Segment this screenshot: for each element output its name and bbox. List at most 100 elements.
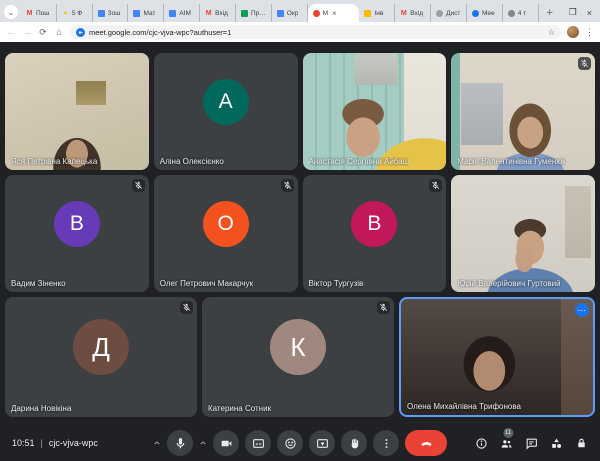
tab-title: АІМ — [179, 10, 191, 17]
browser-tab[interactable]: Прис — [236, 4, 272, 22]
tab-search-button[interactable]: ⌄ — [4, 5, 18, 19]
participant-tile[interactable]: ВВадим Зіненко — [5, 175, 149, 292]
browser-tab[interactable]: Зош — [93, 4, 129, 22]
reactions-button[interactable] — [277, 430, 303, 456]
participant-name: Юрій Валерійович Гуртовий — [457, 279, 560, 288]
tile-options-button[interactable]: ⋯ — [575, 303, 589, 317]
gmail-icon: M — [26, 10, 33, 17]
participant-tile[interactable]: Олена Михайлівна Трифонова ⋯ — [399, 297, 595, 417]
browser-tab[interactable]: Мее — [467, 4, 503, 22]
participant-avatar: К — [270, 319, 326, 375]
browser-tab[interactable]: MВхід — [200, 4, 236, 22]
participant-tile[interactable]: Юрій Валерійович Гуртовий — [451, 175, 595, 292]
captions-button[interactable] — [245, 430, 271, 456]
home-icon[interactable]: ⌂ — [54, 27, 64, 37]
new-tab-button[interactable]: + — [543, 6, 557, 20]
mic-off-icon — [180, 301, 193, 314]
tab-title: Зош — [108, 10, 121, 17]
panel-buttons: 11 — [475, 437, 588, 450]
mic-options-chevron-icon[interactable] — [153, 439, 161, 447]
participant-tile[interactable]: Яся Петрівна Капецька — [5, 53, 149, 170]
participant-name: Катерина Сотник — [208, 404, 271, 413]
end-call-button[interactable] — [405, 430, 447, 456]
address-bar[interactable]: meet.google.com/cjc-vjva-wpc?authuser=1 … — [70, 25, 561, 39]
participant-tile[interactable]: Д Дарина Новікіна — [5, 297, 197, 417]
browser-tab[interactable]: АІМ — [164, 4, 200, 22]
participant-tile[interactable]: Марія Валентинівна Гуменюк — [451, 53, 595, 170]
tab-title: Окр — [287, 10, 299, 17]
avatar-letter: Д — [92, 332, 110, 363]
info-icon[interactable] — [475, 437, 488, 450]
avatar-letter: А — [219, 90, 233, 114]
participant-name: Марія Валентинівна Гуменюк — [457, 157, 566, 166]
participant-name: Дарина Новікіна — [11, 404, 71, 413]
browser-toolbar: ← → ⟳ ⌂ meet.google.com/cjc-vjva-wpc?aut… — [0, 22, 600, 42]
forward-icon[interactable]: → — [22, 27, 32, 37]
activities-icon[interactable] — [550, 437, 563, 450]
mic-off-icon — [281, 179, 294, 192]
browser-tab[interactable]: M× — [308, 4, 360, 22]
mic-off-icon — [132, 179, 145, 192]
meet-icon — [313, 10, 320, 17]
docs-icon — [98, 10, 105, 17]
camera-button[interactable] — [213, 430, 239, 456]
url-text: meet.google.com/cjc-vjva-wpc?authuser=1 — [89, 28, 231, 37]
browser-tab[interactable]: ▲5 Ф — [57, 4, 93, 22]
bookmark-star-icon[interactable]: ☆ — [548, 28, 555, 37]
grid-row: Д Дарина Новікіна К Катерина Сотник Олена Ми… — [5, 297, 595, 417]
mic-off-icon — [377, 301, 390, 314]
browser-window: ⌄ MПош▲5 ФЗошМатАІМMВхідПрисОкрM×ІнвMВхі… — [0, 0, 600, 461]
participant-name: Аліна Олексієнко — [160, 157, 224, 166]
grid-row: ВВадим ЗіненкоООлег Петрович МакарчукВВі… — [5, 175, 595, 292]
participant-name: Олена Михайлівна Трифонова — [407, 402, 521, 411]
meta-separator: | — [41, 438, 43, 448]
meet-toolbar: 10:51 | cjc-vjva-wpc — [0, 425, 600, 461]
photos-icon — [364, 10, 371, 17]
camera-options-chevron-icon[interactable] — [199, 439, 207, 447]
tab-title: Інв — [374, 10, 383, 17]
participant-tile[interactable]: ВВіктор Тургузів — [303, 175, 447, 292]
docs-icon — [277, 10, 284, 17]
browser-tab[interactable]: Дист — [431, 4, 467, 22]
mic-off-icon — [578, 57, 591, 70]
avatar-letter: В — [367, 212, 381, 236]
present-button[interactable] — [309, 430, 335, 456]
participants-grid: Яся Петрівна Капецька А Аліна Олексієнко Ан… — [0, 42, 600, 425]
tab-title: Пош — [36, 10, 50, 17]
meet-favicon-icon — [76, 28, 85, 37]
tab-title: Прис — [251, 10, 266, 17]
meeting-code: cjc-vjva-wpc — [49, 438, 98, 448]
participant-avatar: А — [203, 79, 249, 125]
avatar-letter: К — [290, 332, 305, 363]
participant-tile[interactable]: Анастасія Сергіївна Айбаш — [303, 53, 447, 170]
chat-icon[interactable] — [525, 437, 538, 450]
raise-hand-button[interactable] — [341, 430, 367, 456]
participant-tile[interactable]: А Аліна Олексієнко — [154, 53, 298, 170]
participant-tile[interactable]: ООлег Петрович Макарчук — [154, 175, 298, 292]
participant-avatar: Д — [73, 319, 129, 375]
mic-button[interactable] — [167, 430, 193, 456]
meeting-meta: 10:51 | cjc-vjva-wpc — [12, 438, 98, 448]
browser-tab[interactable]: 4 т — [503, 4, 539, 22]
participant-tile[interactable]: К Катерина Сотник — [202, 297, 394, 417]
browser-tab[interactable]: Мат — [128, 4, 164, 22]
drive2-icon — [436, 10, 443, 17]
host-controls-icon[interactable] — [575, 437, 588, 450]
browser-tab[interactable]: Інв — [359, 4, 395, 22]
more-options-button[interactable] — [373, 430, 399, 456]
close-window-button[interactable]: × — [587, 8, 592, 18]
reload-icon[interactable]: ⟳ — [38, 27, 48, 38]
tab-close-icon[interactable]: × — [332, 9, 337, 18]
profile-avatar[interactable] — [567, 26, 579, 38]
avatar-letter: О — [217, 212, 233, 236]
browser-tab[interactable]: MПош — [21, 4, 57, 22]
people-icon[interactable]: 11 — [500, 437, 513, 450]
back-icon[interactable]: ← — [6, 27, 16, 37]
browser-tab[interactable]: MВхід — [395, 4, 431, 22]
restore-window-button[interactable]: ❐ — [569, 7, 577, 18]
tab-title: Мее — [482, 10, 495, 17]
tab-title: 5 Ф — [72, 10, 82, 17]
browser-menu-icon[interactable]: ⋮ — [585, 27, 594, 38]
browser-tab[interactable]: Окр — [272, 4, 308, 22]
participant-avatar: О — [203, 201, 249, 247]
